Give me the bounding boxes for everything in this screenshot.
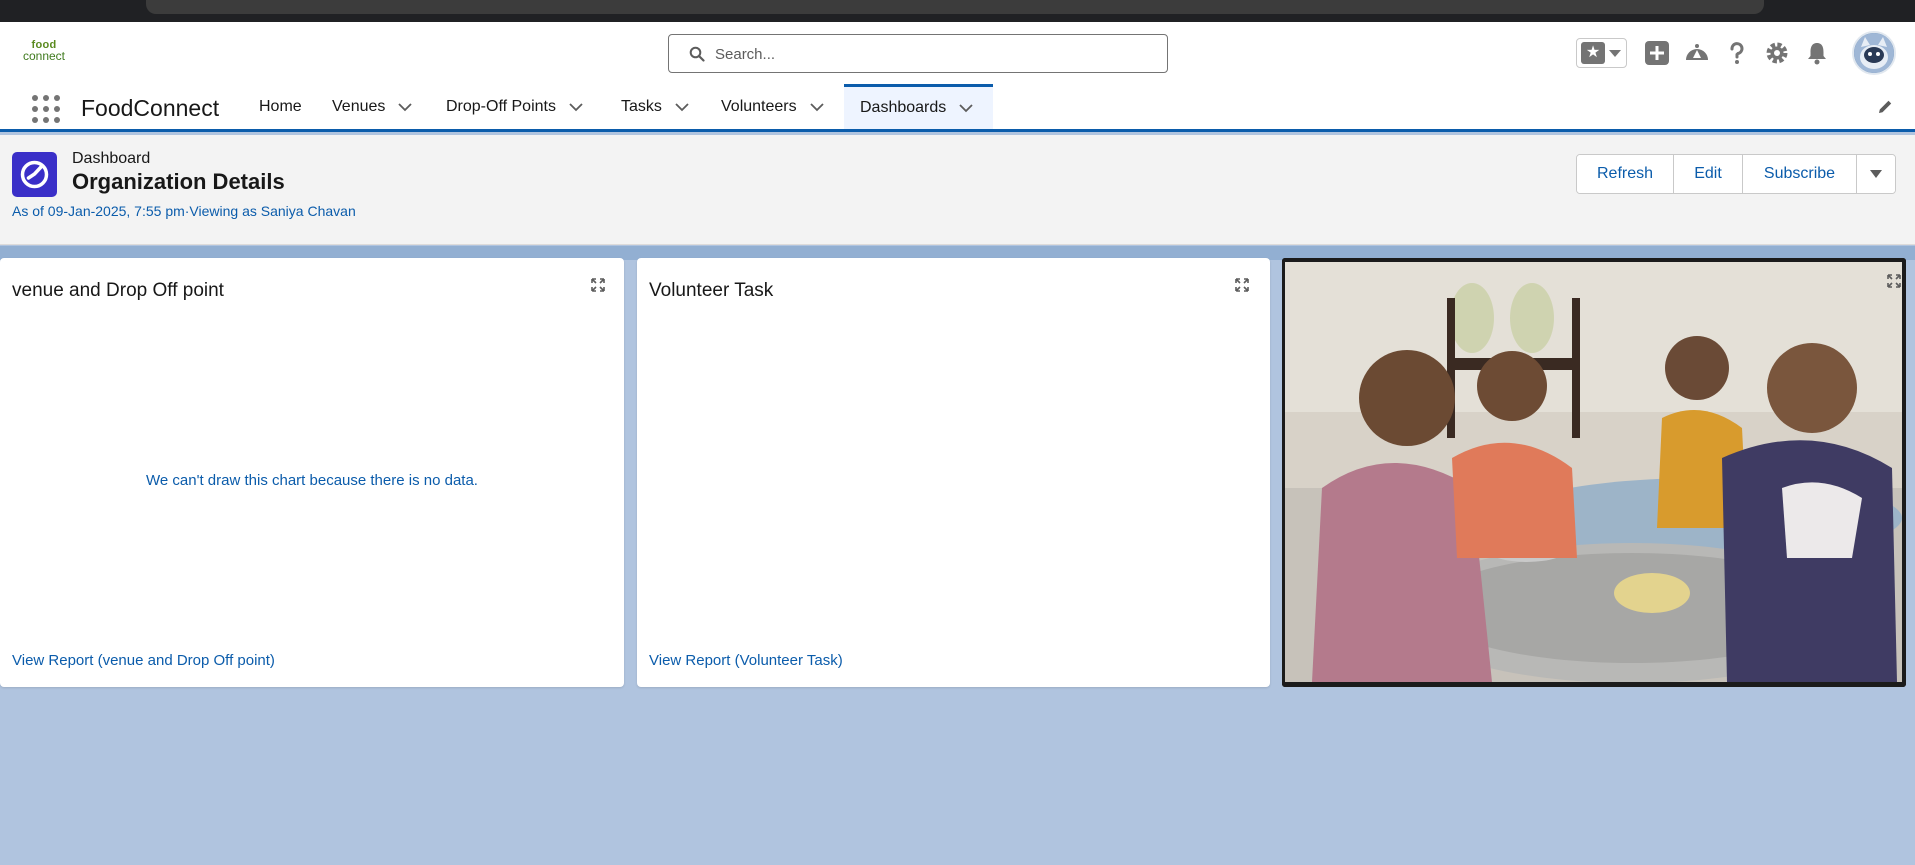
favorites-dropdown-icon[interactable]	[1609, 50, 1621, 57]
notification-bell-icon[interactable]	[1802, 38, 1832, 68]
nav-item-label: Volunteers	[721, 97, 797, 115]
dashboard-image-component	[1282, 258, 1906, 687]
org-logo[interactable]: food connect	[18, 40, 70, 68]
logo-line2: connect	[22, 49, 66, 63]
dashboard-header: Dashboard Organization Details As of 09-…	[0, 135, 1915, 245]
star-icon[interactable]: ★	[1581, 42, 1605, 64]
subscribe-button[interactable]: Subscribe	[1743, 155, 1857, 193]
chevron-down-icon[interactable]	[674, 99, 690, 115]
nav-item-label: Tasks	[621, 97, 662, 115]
astro-avatar-icon	[1854, 33, 1894, 73]
browser-address-bar[interactable]	[146, 0, 1764, 14]
volunteers-preparing-food-photo	[1282, 258, 1906, 687]
app-navigation-bar: FoodConnect Home Venues Drop-Off Points …	[0, 84, 1915, 132]
chevron-down-icon[interactable]	[958, 100, 974, 116]
user-avatar[interactable]	[1852, 31, 1896, 75]
add-icon[interactable]	[1642, 38, 1672, 68]
setup-gear-icon[interactable]	[1762, 38, 1792, 68]
chevron-down-icon[interactable]	[397, 99, 413, 115]
browser-toolbar	[0, 0, 1915, 22]
nav-item-venues[interactable]: Venues	[332, 84, 413, 129]
search-icon	[689, 46, 705, 62]
dashboard-actions: Refresh Edit Subscribe	[1576, 154, 1896, 194]
edit-button[interactable]: Edit	[1674, 155, 1743, 193]
chevron-down-icon[interactable]	[568, 99, 584, 115]
chevron-down-icon[interactable]	[809, 99, 825, 115]
nav-item-drop-off-points[interactable]: Drop-Off Points	[446, 84, 584, 129]
nav-item-dashboards[interactable]: Dashboards	[844, 84, 993, 129]
expand-icon[interactable]	[1235, 278, 1249, 292]
component-title: venue and Drop Off point	[12, 280, 224, 301]
trailhead-icon[interactable]	[1682, 38, 1712, 68]
nav-item-label: Home	[259, 97, 302, 115]
dashboard-component-volunteer-task: Volunteer Task View Report (Volunteer Ta…	[637, 258, 1270, 687]
more-actions-button[interactable]	[1857, 155, 1895, 193]
nav-item-volunteers[interactable]: Volunteers	[721, 84, 825, 129]
component-title: Volunteer Task	[649, 280, 774, 301]
expand-icon[interactable]	[1887, 274, 1901, 288]
global-search[interactable]	[668, 34, 1168, 73]
dashboard-timestamp: As of 09-Jan-2025, 7:55 pm·Viewing as Sa…	[12, 203, 356, 219]
nav-item-label: Dashboards	[860, 99, 947, 116]
favorites-button-group[interactable]: ★	[1576, 38, 1627, 68]
nav-item-label: Venues	[332, 97, 386, 115]
nav-item-tasks[interactable]: Tasks	[621, 84, 690, 129]
view-report-link[interactable]: View Report (venue and Drop Off point)	[12, 652, 275, 669]
page-title: Organization Details	[72, 169, 285, 194]
global-header: food connect ★	[0, 22, 1915, 84]
caret-down-icon	[1870, 170, 1882, 178]
search-input[interactable]	[715, 42, 1155, 66]
nav-item-home[interactable]: Home	[259, 84, 302, 129]
app-launcher-icon[interactable]	[32, 95, 60, 123]
view-report-link[interactable]: View Report (Volunteer Task)	[649, 652, 843, 669]
app-name: FoodConnect	[81, 95, 220, 121]
dashboard-icon	[12, 152, 57, 197]
no-data-message: We can't draw this chart because there i…	[146, 472, 478, 489]
expand-icon[interactable]	[591, 278, 605, 292]
dashboard-component-venue-dropoff: venue and Drop Off point We can't draw t…	[0, 258, 624, 687]
nav-item-label: Drop-Off Points	[446, 97, 556, 115]
edit-nav-pencil-icon[interactable]	[1876, 98, 1894, 116]
help-icon[interactable]	[1722, 38, 1752, 68]
dashboard-type-label: Dashboard	[72, 150, 151, 167]
refresh-button[interactable]: Refresh	[1577, 155, 1674, 193]
